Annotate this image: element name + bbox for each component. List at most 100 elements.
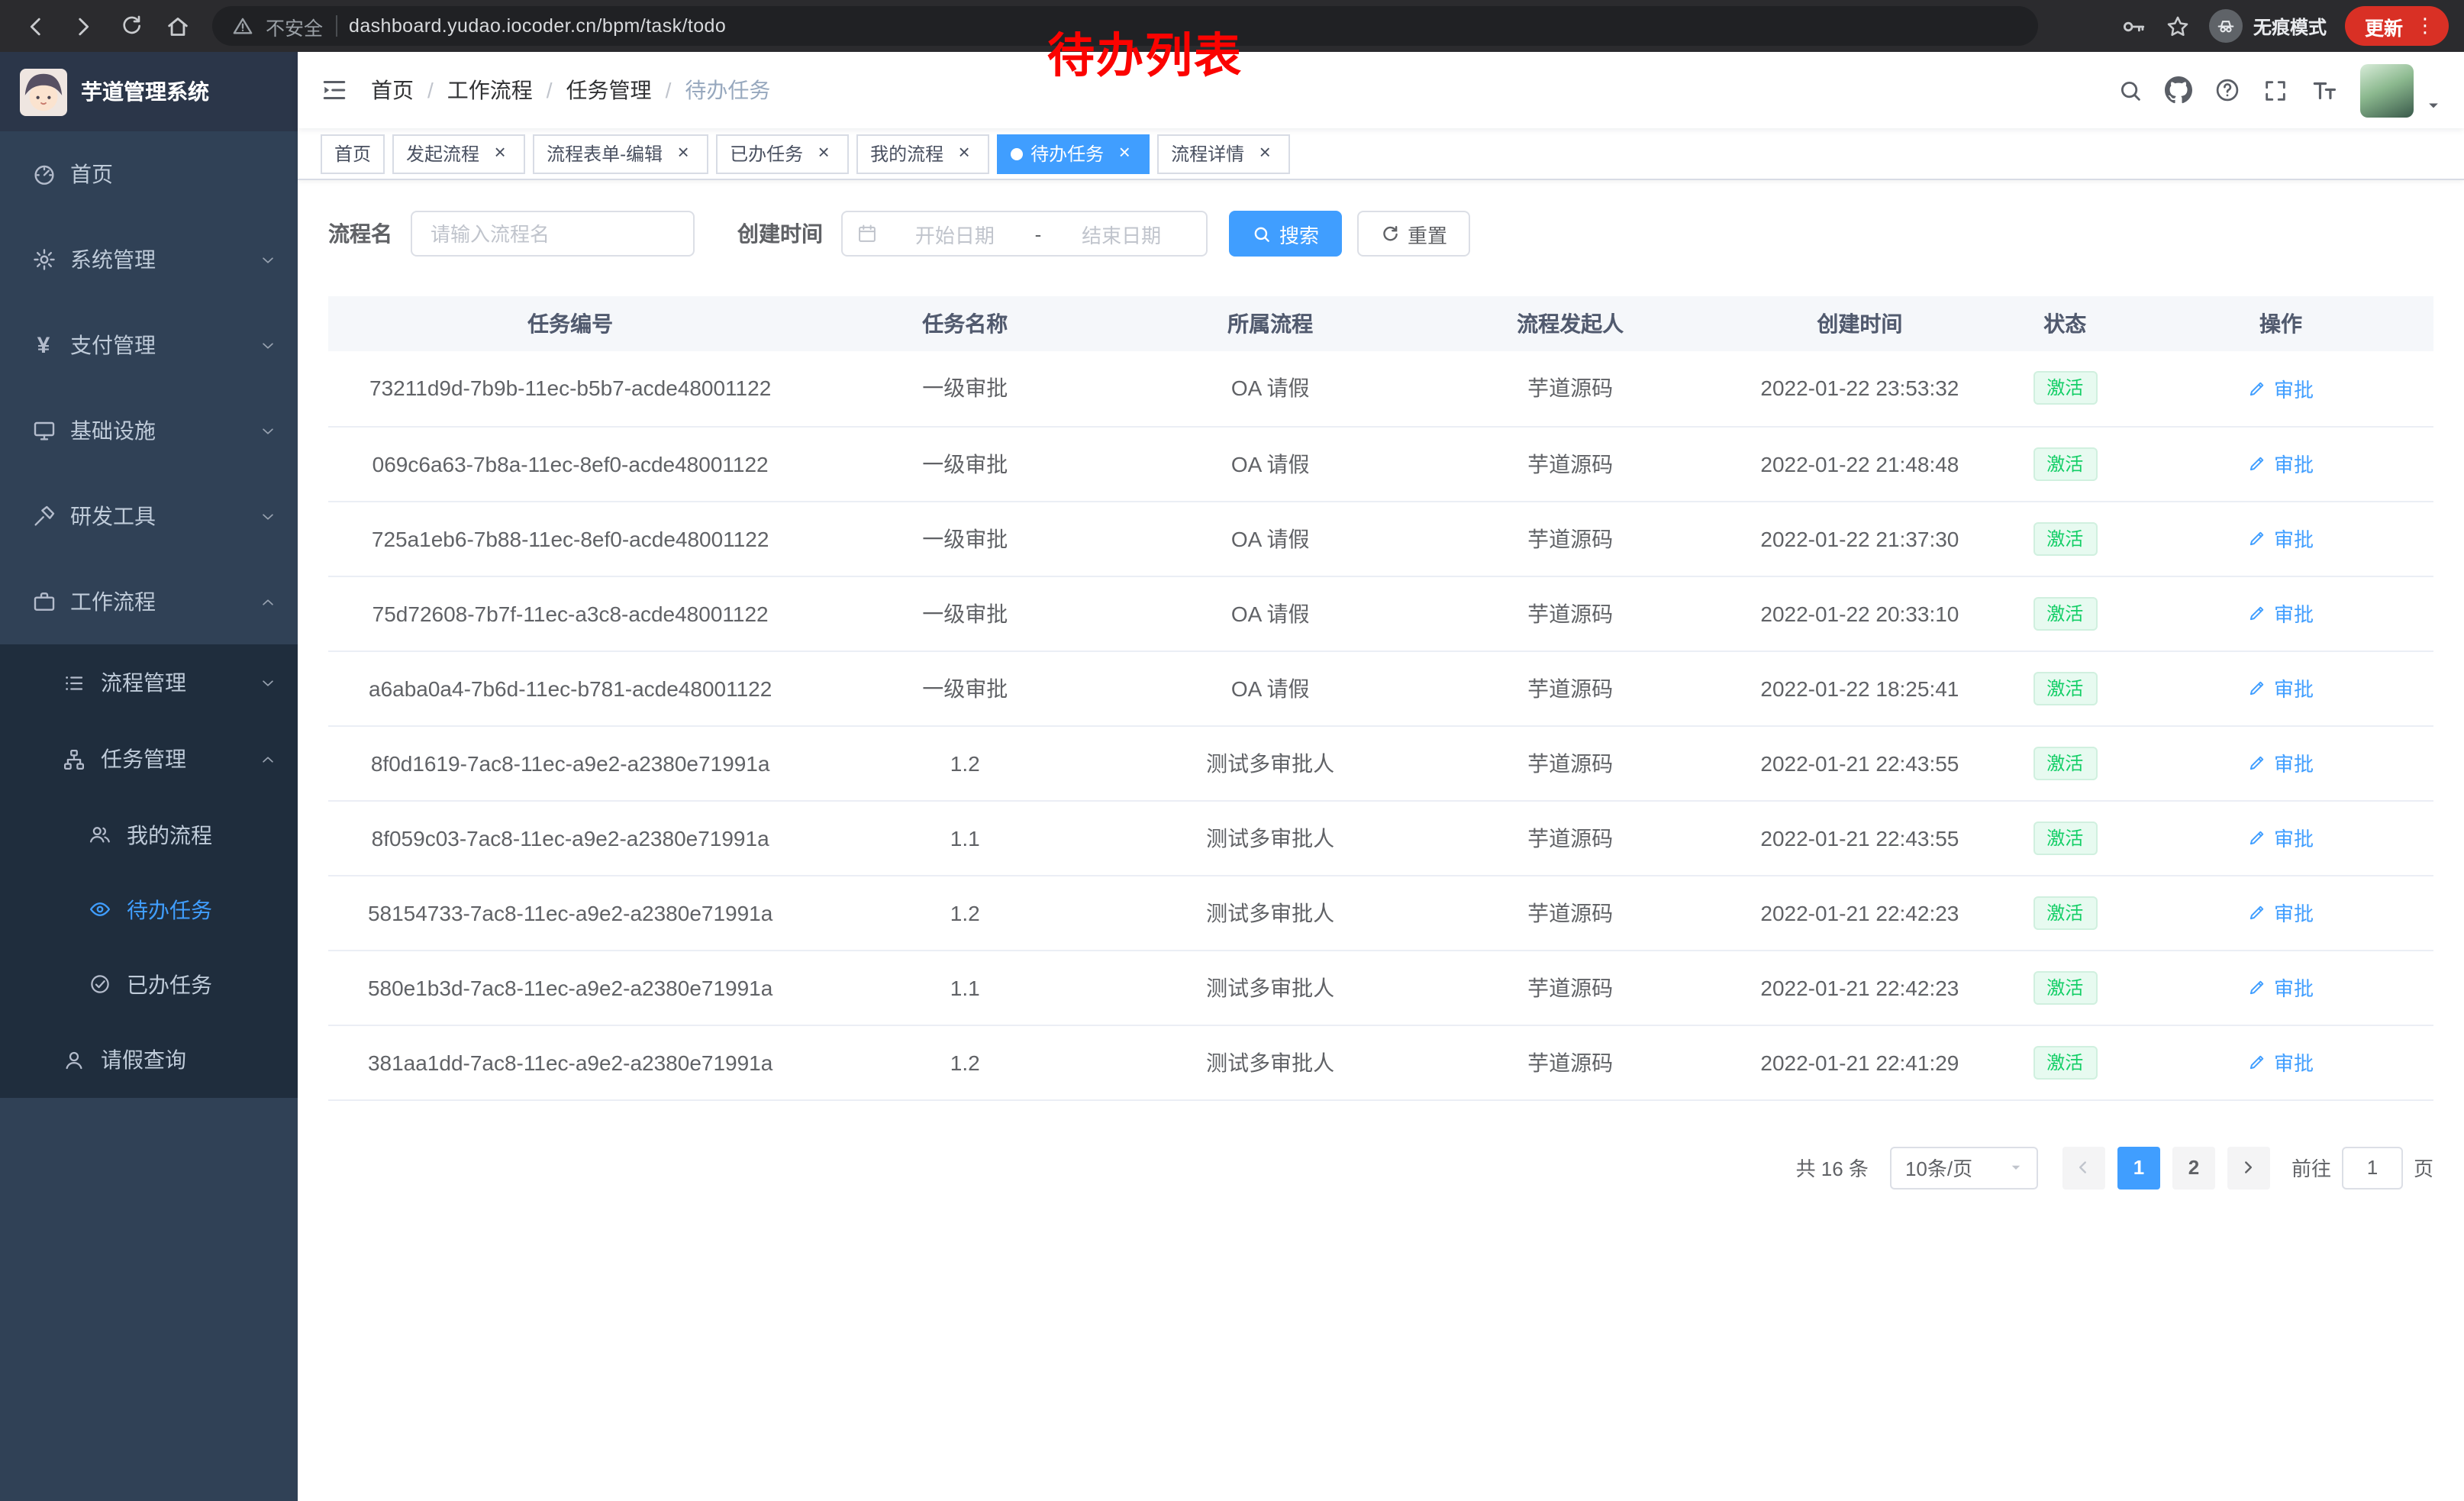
breadcrumb-item-workflow[interactable]: 工作流程 bbox=[447, 75, 533, 105]
edit-pencil-icon bbox=[2248, 1052, 2268, 1072]
fullscreen-icon[interactable] bbox=[2262, 77, 2288, 103]
sidebar-item-payment[interactable]: ¥ 支付管理 bbox=[0, 302, 298, 388]
status-cell: 激活 bbox=[2002, 800, 2128, 875]
sidebar-item-label: 任务管理 bbox=[101, 744, 186, 774]
tags-view-tab[interactable]: 我的流程 × bbox=[856, 134, 989, 173]
browser-back-icon[interactable] bbox=[15, 5, 56, 47]
avatar-caret-down-icon[interactable] bbox=[2426, 97, 2441, 117]
tags-view-tab[interactable]: 流程详情× bbox=[1157, 134, 1290, 173]
initiator-cell: 芋道源码 bbox=[1423, 650, 1717, 725]
tab-close-icon[interactable]: × bbox=[812, 142, 835, 165]
browser-forward-icon[interactable] bbox=[63, 5, 104, 47]
github-icon[interactable] bbox=[2165, 76, 2192, 104]
tab-close-icon[interactable]: × bbox=[489, 142, 511, 165]
column-header: 任务名称 bbox=[812, 296, 1118, 351]
navbar-actions bbox=[2117, 63, 2441, 117]
sidebar-item-todo-tasks[interactable]: 待办任务 bbox=[0, 872, 298, 947]
tags-view-tab[interactable]: 待办任务× bbox=[997, 134, 1150, 173]
page-number-button[interactable]: 1 bbox=[2117, 1146, 2160, 1189]
sidebar-item-label: 基础设施 bbox=[70, 415, 156, 446]
search-icon[interactable] bbox=[2117, 77, 2143, 103]
approve-link-label: 审批 bbox=[2274, 1047, 2314, 1077]
task-id-cell: 73211d9d-7b9b-11ec-b5b7-acde48001122 bbox=[328, 351, 812, 426]
sidebar-collapse-icon[interactable] bbox=[321, 76, 348, 104]
initiator-cell: 芋道源码 bbox=[1423, 1025, 1717, 1099]
bookmark-star-icon[interactable] bbox=[2165, 13, 2191, 39]
create-time-cell: 2022-01-22 21:48:48 bbox=[1717, 426, 2001, 501]
status-badge: 激活 bbox=[2033, 896, 2097, 929]
page-size-select[interactable]: 10条/页 bbox=[1890, 1146, 2038, 1189]
tags-view-tab[interactable]: 流程表单-编辑× bbox=[533, 134, 708, 173]
approve-link[interactable]: 审批 bbox=[2248, 449, 2314, 478]
edit-pencil-icon bbox=[2248, 828, 2268, 847]
tab-close-icon[interactable]: × bbox=[953, 142, 976, 165]
prev-page-button[interactable] bbox=[2062, 1146, 2105, 1189]
sidebar-item-task-management[interactable]: 任务管理 bbox=[0, 721, 298, 797]
sidebar-item-workflow[interactable]: 工作流程 bbox=[0, 559, 298, 644]
incognito-badge: 无痕模式 bbox=[2209, 9, 2327, 43]
search-button-label: 搜索 bbox=[1279, 219, 1319, 248]
breadcrumb-item-task-management[interactable]: 任务管理 bbox=[566, 75, 652, 105]
tags-view-tab[interactable]: 发起流程× bbox=[392, 134, 525, 173]
tags-view-tab[interactable]: 已办任务× bbox=[716, 134, 849, 173]
sidebar-item-process-management[interactable]: 流程管理 bbox=[0, 644, 298, 721]
table-row: 381aa1dd-7ac8-11ec-a9e2-a2380e71991a1.2测… bbox=[328, 1025, 2433, 1099]
chrome-update-button[interactable]: 更新 ⋮ bbox=[2345, 6, 2449, 46]
status-badge: 激活 bbox=[2033, 970, 2097, 1004]
breadcrumb-item-current: 待办任务 bbox=[685, 75, 770, 105]
tab-close-icon[interactable]: × bbox=[1113, 142, 1136, 165]
security-label[interactable]: 不安全 bbox=[266, 11, 323, 40]
sidebar-item-leave-query[interactable]: 请假查询 bbox=[0, 1022, 298, 1098]
breadcrumb-item-home[interactable]: 首页 bbox=[371, 75, 414, 105]
status-cell: 激活 bbox=[2002, 426, 2128, 501]
page-number-list: 12 bbox=[2111, 1146, 2221, 1189]
approve-link[interactable]: 审批 bbox=[2248, 748, 2314, 777]
browser-menu-icon[interactable]: ⋮ bbox=[2415, 14, 2435, 38]
end-date-placeholder[interactable]: 结束日期 bbox=[1050, 219, 1192, 248]
reset-button[interactable]: 重置 bbox=[1357, 211, 1470, 257]
user-avatar[interactable] bbox=[2360, 63, 2414, 117]
browser-home-icon[interactable] bbox=[157, 5, 198, 47]
eye-icon bbox=[87, 898, 113, 921]
date-range-separator: - bbox=[1032, 222, 1045, 245]
edit-pencil-icon bbox=[2248, 902, 2268, 922]
sidebar-item-system[interactable]: 系统管理 bbox=[0, 217, 298, 302]
help-icon[interactable] bbox=[2214, 76, 2241, 104]
page-number-button[interactable]: 2 bbox=[2172, 1146, 2215, 1189]
approve-link[interactable]: 审批 bbox=[2248, 823, 2314, 852]
tags-view-tab[interactable]: 首页 bbox=[321, 134, 385, 173]
search-button[interactable]: 搜索 bbox=[1229, 211, 1342, 257]
approve-link[interactable]: 审批 bbox=[2248, 524, 2314, 553]
next-page-button[interactable] bbox=[2227, 1146, 2270, 1189]
start-date-placeholder[interactable]: 开始日期 bbox=[884, 219, 1026, 248]
goto-page-input[interactable] bbox=[2342, 1146, 2403, 1189]
security-warning-icon[interactable] bbox=[232, 15, 253, 37]
sidebar-item-home[interactable]: 首页 bbox=[0, 131, 298, 217]
approve-link[interactable]: 审批 bbox=[2248, 973, 2314, 1002]
tab-close-icon[interactable]: × bbox=[672, 142, 695, 165]
sidebar-menu: 首页 系统管理 ¥ 支付管理 bbox=[0, 131, 298, 1098]
sidebar-item-my-processes[interactable]: 我的流程 bbox=[0, 797, 298, 872]
approve-link[interactable]: 审批 bbox=[2248, 673, 2314, 702]
tab-label: 我的流程 bbox=[870, 140, 943, 166]
process-name-input[interactable] bbox=[411, 211, 695, 257]
approve-link[interactable]: 审批 bbox=[2248, 898, 2314, 927]
url-text[interactable]: dashboard.yudao.iocoder.cn/bpm/task/todo bbox=[349, 15, 726, 37]
approve-link-label: 审批 bbox=[2274, 973, 2314, 1002]
status-badge: 激活 bbox=[2033, 1045, 2097, 1079]
password-key-icon[interactable] bbox=[2121, 13, 2146, 39]
sidebar-item-done-tasks[interactable]: 已办任务 bbox=[0, 947, 298, 1022]
task-name-cell: 一级审批 bbox=[812, 650, 1118, 725]
font-size-icon[interactable] bbox=[2310, 76, 2339, 105]
approve-link[interactable]: 审批 bbox=[2248, 374, 2314, 403]
create-time-range-picker[interactable]: 开始日期 - 结束日期 bbox=[841, 211, 1208, 257]
approve-link[interactable]: 审批 bbox=[2248, 599, 2314, 628]
tab-close-icon[interactable]: × bbox=[1253, 142, 1276, 165]
approve-link[interactable]: 审批 bbox=[2248, 1047, 2314, 1077]
browser-reload-icon[interactable] bbox=[110, 5, 151, 47]
reset-button-label: 重置 bbox=[1408, 219, 1447, 248]
sidebar-item-dev-tools[interactable]: 研发工具 bbox=[0, 473, 298, 559]
sidebar-item-infrastructure[interactable]: 基础设施 bbox=[0, 388, 298, 473]
app-logo-row[interactable]: 芋道管理系统 bbox=[0, 52, 298, 131]
sidebar: 芋道管理系统 首页 系统管理 ¥ 支付管理 bbox=[0, 52, 298, 1501]
